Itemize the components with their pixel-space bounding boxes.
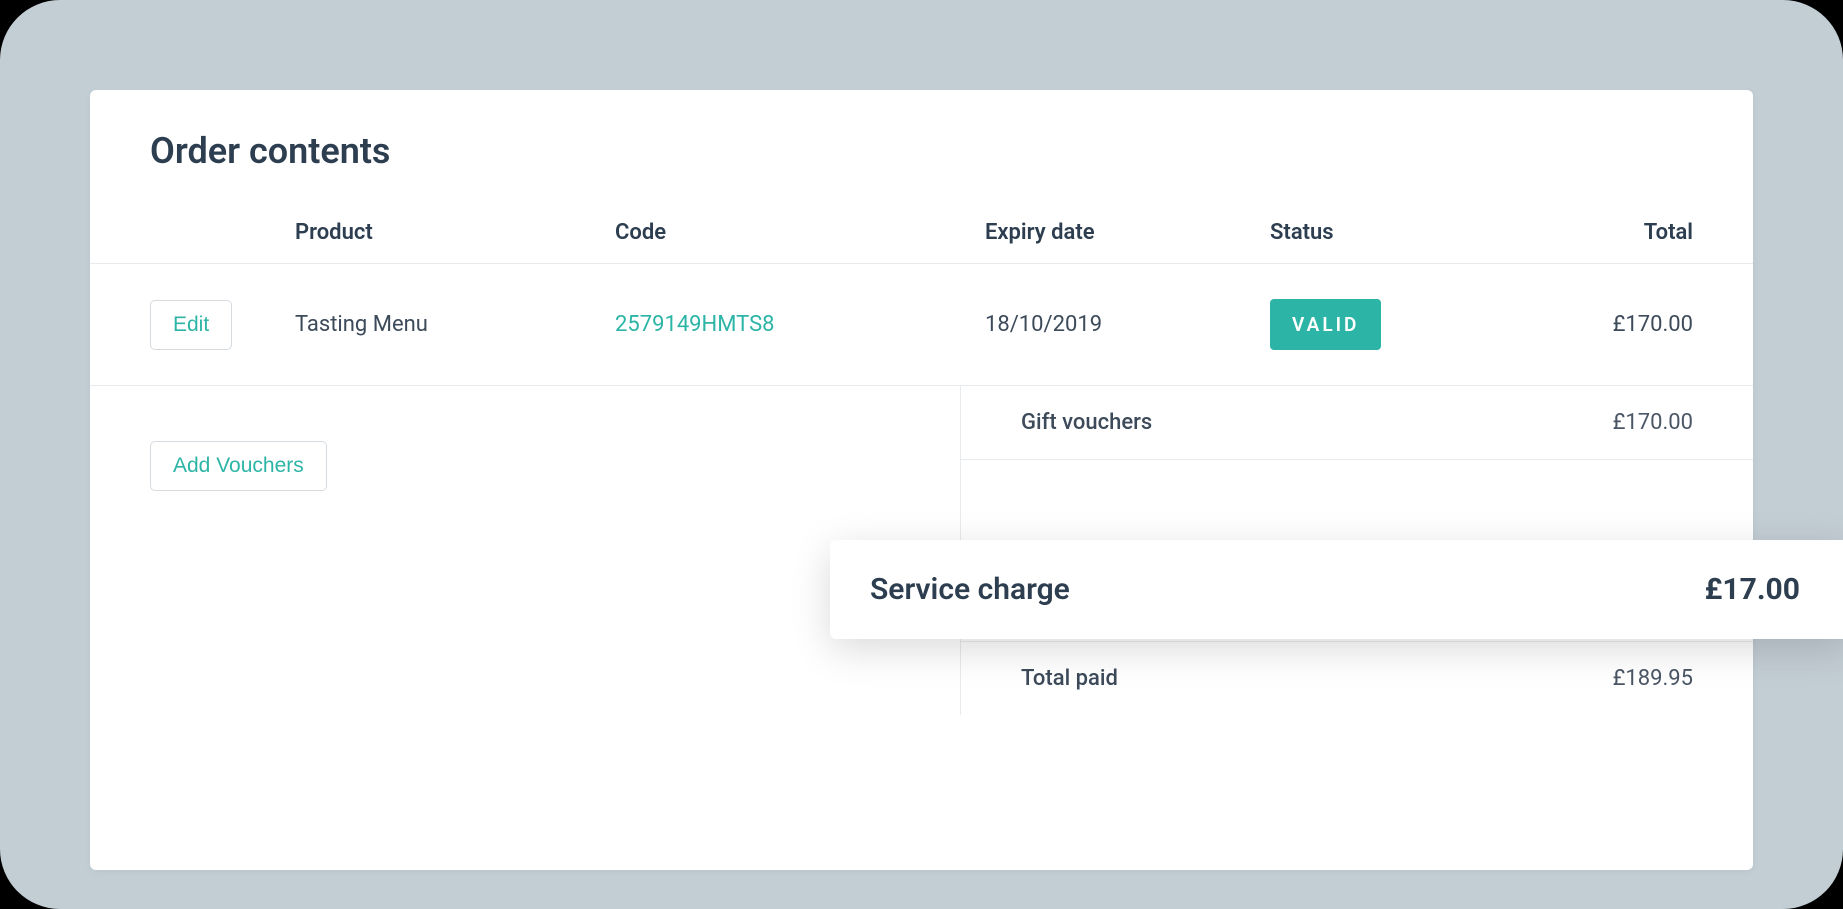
service-charge-callout: Service charge £17.00 (830, 540, 1843, 639)
summary-row-total-paid: Total paid £189.95 (961, 642, 1753, 715)
edit-button[interactable]: Edit (150, 300, 232, 350)
service-charge-value: £17.00 (1705, 572, 1800, 607)
col-header-product: Product (295, 220, 615, 245)
service-charge-label: Service charge (870, 572, 1070, 607)
summary-value-gift-vouchers: £170.00 (1613, 410, 1693, 435)
col-header-expiry: Expiry date (985, 220, 1270, 245)
outer-container: Order contents Product Code Expiry date … (0, 0, 1843, 909)
add-vouchers-button[interactable]: Add Vouchers (150, 441, 327, 491)
cell-expiry: 18/10/2019 (985, 312, 1270, 337)
table-row: Edit Tasting Menu 2579149HMTS8 18/10/201… (90, 264, 1753, 386)
cell-total: £170.00 (1560, 312, 1693, 337)
summary-label-gift-vouchers: Gift vouchers (1021, 410, 1152, 435)
card-title: Order contents (90, 130, 1753, 202)
order-card: Order contents Product Code Expiry date … (90, 90, 1753, 870)
summary-label-total-paid: Total paid (1021, 666, 1118, 691)
cell-product: Tasting Menu (295, 312, 615, 337)
voucher-code-link[interactable]: 2579149HMTS8 (615, 312, 775, 337)
summary-row-gift-vouchers: Gift vouchers £170.00 (961, 386, 1753, 460)
col-header-total: Total (1560, 220, 1693, 245)
summary-value-total-paid: £189.95 (1613, 666, 1693, 691)
col-header-status: Status (1270, 220, 1560, 245)
status-badge: VALID (1270, 299, 1381, 350)
table-header-row: Product Code Expiry date Status Total (90, 202, 1753, 264)
col-header-code: Code (615, 220, 985, 245)
